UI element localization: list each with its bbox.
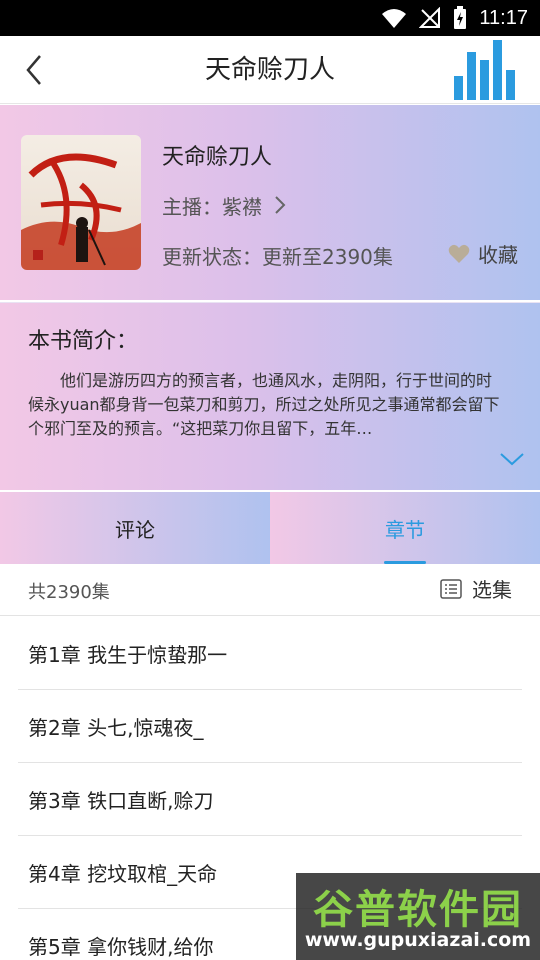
select-episodes-button[interactable]: 选集 [440,574,512,603]
book-header: 天命赊刀人 主播：紫襟 更新状态：更新至2390集 收藏 [0,105,540,300]
watermark-logo-text: 谷普软件园 [313,887,523,933]
back-button[interactable] [14,50,54,90]
chevron-right-icon [275,196,286,214]
book-intro: 本书简介： 他们是游历四方的预言者，也通风水，走阴阳，行于世间的时候永yuan都… [0,302,540,490]
favorite-label: 收藏 [478,243,518,267]
narrator-label: 主播：紫襟 [162,194,262,219]
narrator-link[interactable]: 主播：紫襟 [162,191,286,219]
select-episodes-label: 选集 [472,578,512,602]
cover-artwork [21,153,141,270]
expand-intro-button[interactable] [498,449,526,469]
wifi-icon [382,9,407,28]
tab-chapters-label: 章节 [385,517,425,542]
tab-comments[interactable]: 评论 [0,492,270,564]
chapter-item[interactable]: 第2章 头七,惊魂夜_ [18,690,522,763]
episode-bar: 共2390集 选集 [0,564,540,616]
title-bar: 天命赊刀人 [0,36,540,104]
no-signal-icon [419,7,441,28]
watermark-url: www.gupuxiazai.com [304,929,532,951]
update-status: 更新状态：更新至2390集 [162,245,393,269]
site-watermark: 谷普软件园 www.gupuxiazai.com [296,873,540,960]
tab-chapters[interactable]: 章节 [270,492,540,564]
chevron-left-icon [26,55,41,85]
list-icon [440,578,462,599]
intro-text: 他们是游历四方的预言者，也通风水，走阴阳，行于世间的时候永yuan都身背一包菜刀… [28,371,500,438]
tab-bar: 评论 章节 [0,492,540,564]
book-cover[interactable] [21,135,141,270]
favorite-button[interactable]: 收藏 [448,239,518,268]
episode-count: 共2390集 [28,582,110,603]
heart-icon [448,244,470,263]
status-icons: 11:17 [381,0,528,36]
book-title: 天命赊刀人 [162,145,273,170]
status-time: 11:17 [479,6,528,29]
equalizer-icon [454,40,515,100]
status-bar: 11:17 [0,0,540,36]
now-playing-button[interactable] [454,40,518,100]
chapter-item[interactable]: 第1章 我生于惊蛰那一 [18,617,522,690]
page-title: 天命赊刀人 [204,55,335,85]
chevron-down-icon [500,453,524,466]
intro-heading: 本书简介： [28,329,139,354]
chapter-item[interactable]: 第3章 铁口直断,赊刀 [18,763,522,836]
tab-comments-label: 评论 [115,517,155,542]
battery-charging-icon [454,6,467,29]
